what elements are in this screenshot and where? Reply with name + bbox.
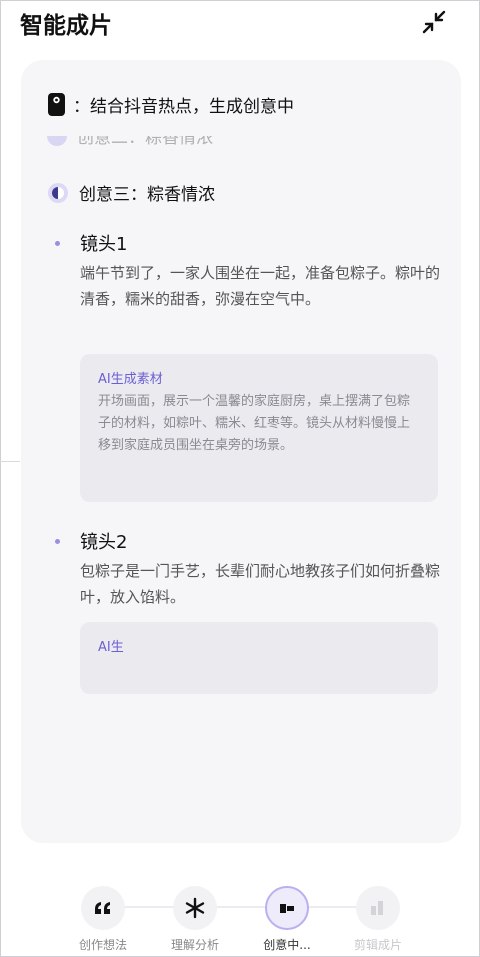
previous-idea-text: 创意二：粽香情浓: [77, 136, 213, 148]
page-title: 智能成片: [20, 13, 112, 39]
idea-dot-icon: [47, 136, 67, 146]
card-fade-overlay: [21, 693, 461, 843]
step-label: 创意中...: [263, 938, 311, 952]
bullet-icon: [55, 241, 60, 246]
step-label: 创作想法: [78, 938, 127, 952]
side-divider: [0, 461, 20, 462]
step-edit-film[interactable]: 剪辑成片: [338, 886, 418, 953]
creative-card: ：结合抖音热点，生成创意中 创意二：粽香情浓 创意三：粽香情浓 镜头1 端午节到…: [21, 60, 461, 843]
shot-title: 镜头2: [80, 532, 128, 553]
shot-description: 端午节到了，一家人围坐在一起，准备包粽子。粽叶的清香，糯米的甜香，弥漫在空气中。: [80, 264, 441, 308]
step-generating[interactable]: 创意中...: [247, 886, 327, 953]
shot-item: 镜头1 端午节到了，一家人围坐在一起，准备包粽子。粽叶的清香，糯米的甜香，弥漫在…: [55, 230, 440, 510]
ai-material-label: AI生成素材: [98, 372, 163, 387]
generating-icon: [280, 904, 294, 913]
quote-icon: [95, 902, 110, 914]
collapse-icon: [422, 10, 446, 34]
current-idea-text: 创意三：粽香情浓: [79, 185, 215, 205]
shot-title: 镜头1: [80, 234, 128, 255]
camera-icon: [48, 93, 65, 116]
step-label: 剪辑成片: [353, 938, 402, 952]
ai-material-box[interactable]: AI生: [80, 622, 438, 694]
step-label: 理解分析: [170, 938, 219, 952]
step-analysis[interactable]: 理解分析: [155, 886, 235, 953]
half-moon-icon: [48, 182, 68, 203]
bullet-icon: [55, 539, 60, 544]
header: 智能成片: [0, 0, 480, 50]
shot-description: 包粽子是一门手艺，长辈们耐心地教孩子们如何折叠粽叶，放入馅料。: [80, 562, 441, 606]
edit-film-icon: [371, 901, 383, 915]
ai-material-label: AI生: [98, 640, 124, 655]
status-text: ：结合抖音热点，生成创意中: [73, 97, 294, 117]
step-create-idea[interactable]: 创作想法: [63, 886, 143, 953]
ai-material-text: 开场画面，展示一个温馨的家庭厨房，桌上摆满了包粽子的材料，如粽叶、糯米、红枣等。…: [98, 394, 411, 453]
shot-item: 镜头2 包粽子是一门手艺，长辈们耐心地教孩子们如何折叠粽叶，放入馅料。 AI生: [55, 528, 440, 708]
generation-status: ：结合抖音热点，生成创意中: [47, 92, 294, 117]
ai-material-box[interactable]: AI生成素材 开场画面，展示一个温馨的家庭厨房，桌上摆满了包粽子的材料，如粽叶、…: [80, 354, 438, 502]
progress-stepper: 创作想法 理解分析 创意中... 剪辑成片: [0, 880, 480, 957]
previous-idea-row: 创意二：粽香情浓: [47, 136, 347, 154]
asterisk-icon: [185, 897, 205, 919]
current-idea-row[interactable]: 创意三：粽香情浓: [47, 180, 215, 205]
collapse-button[interactable]: [418, 6, 450, 38]
